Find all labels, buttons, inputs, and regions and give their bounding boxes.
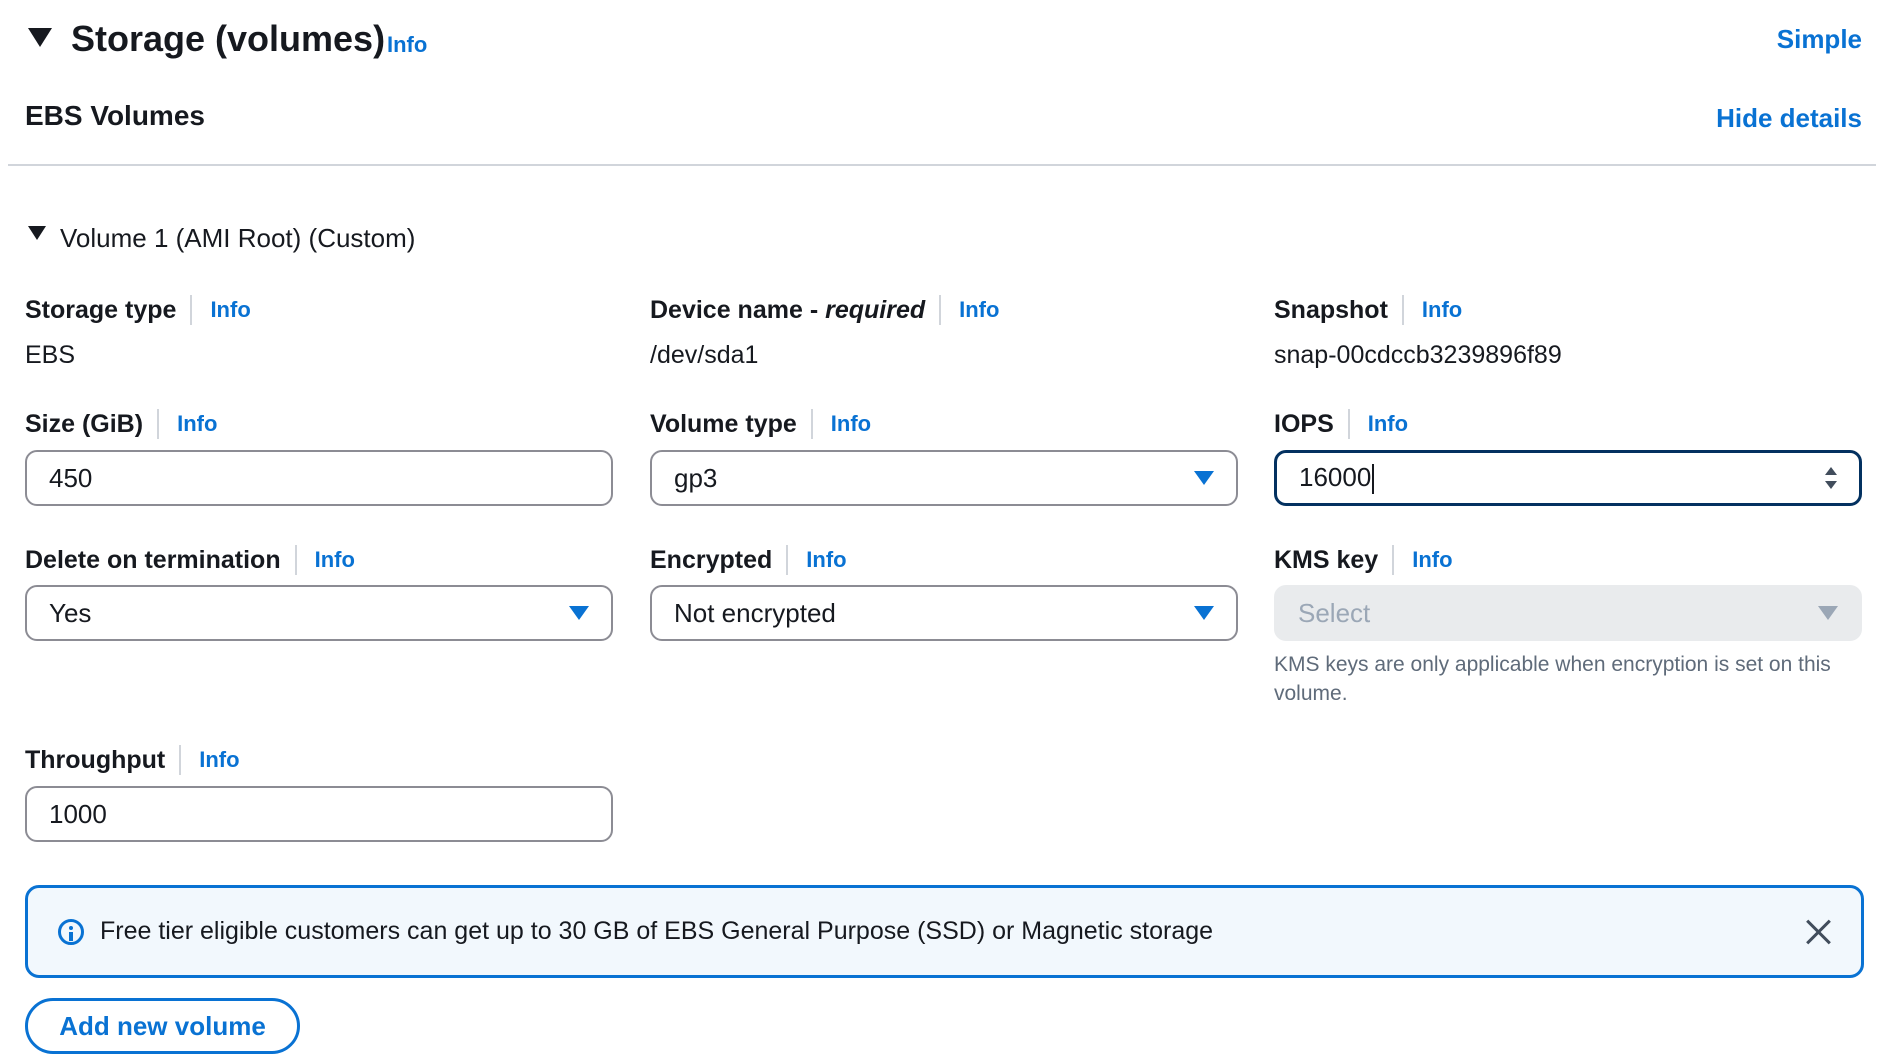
text-cursor [1372,464,1375,495]
kms-key-placeholder: Select [1298,597,1371,628]
throughput-label: Throughput [25,745,166,774]
iops-label: IOPS [1274,409,1334,438]
label-separator [786,545,789,575]
throughput-input-value: 1000 [49,798,107,829]
storage-type-label: Storage type [25,295,177,324]
section-info-link[interactable]: Info [387,32,427,58]
label-separator [294,545,297,575]
delete-on-termination-info-link[interactable]: Info [315,547,355,573]
add-new-volume-button[interactable]: Add new volume [25,998,300,1054]
iops-input-text: 16000 [1299,461,1375,495]
label-separator [1392,545,1395,575]
iops-input-value: 16000 [1299,461,1372,492]
section-title: Storage (volumes) [71,18,386,59]
label-separator [810,409,813,439]
label-separator [939,295,942,325]
increment-arrow-icon[interactable] [1825,467,1837,475]
required-marker: required [825,295,926,324]
device-name-field-label: Device name - required Info [650,292,999,328]
label-separator [179,745,182,775]
device-name-value: /dev/sda1 [650,341,759,369]
close-icon[interactable] [1805,918,1833,946]
size-label: Size (GiB) [25,409,144,438]
snapshot-label: Snapshot [1274,295,1388,324]
chevron-down-icon [1194,471,1214,485]
iops-field-label: IOPS Info [1274,406,1408,442]
kms-key-label: KMS key [1274,545,1379,574]
snapshot-field-label: Snapshot Info [1274,292,1462,328]
throughput-input[interactable]: 1000 [25,786,613,842]
size-input-value: 450 [49,462,93,493]
chevron-down-icon [1194,606,1214,620]
kms-key-info-link[interactable]: Info [1412,547,1452,573]
volume-type-selected-value: gp3 [674,462,718,493]
delete-on-termination-select[interactable]: Yes [25,585,613,641]
snapshot-value: snap-00cdccb3239896f89 [1274,341,1562,369]
volume-type-label: Volume type [650,409,797,438]
volume-type-field-label: Volume type Info [650,406,871,442]
size-field-label: Size (GiB) Info [25,406,217,442]
volume-collapse-icon[interactable] [28,226,46,240]
label-separator [190,295,193,325]
kms-key-hint: KMS keys are only applicable when encryp… [1274,653,1831,705]
alert-message: Free tier eligible customers can get up … [100,917,1214,945]
simple-view-link[interactable]: Simple [1777,24,1862,55]
divider [8,164,1876,166]
device-name-info-link[interactable]: Info [959,297,999,323]
encrypted-selected-value: Not encrypted [674,597,836,628]
storage-type-field-label: Storage type Info [25,292,251,328]
label-separator [157,409,160,439]
encrypted-select[interactable]: Not encrypted [650,585,1238,641]
encrypted-info-link[interactable]: Info [806,547,846,573]
encrypted-label: Encrypted [650,545,773,574]
size-input[interactable]: 450 [25,450,613,506]
decrement-arrow-icon[interactable] [1825,481,1837,489]
free-tier-alert: Free tier eligible customers can get up … [25,885,1864,978]
snapshot-info-link[interactable]: Info [1422,297,1462,323]
volume-title[interactable]: Volume 1 (AMI Root) (Custom) [60,222,415,254]
label-separator [1347,409,1350,439]
storage-type-info-link[interactable]: Info [210,297,250,323]
storage-type-value: EBS [25,341,76,369]
volume-type-select[interactable]: gp3 [650,450,1238,506]
delete-on-termination-label: Delete on termination [25,545,281,574]
iops-input[interactable]: 16000 [1274,450,1862,506]
throughput-field-label: Throughput Info [25,742,240,778]
section-collapse-icon[interactable] [28,28,52,47]
chevron-down-icon [1818,606,1838,620]
encrypted-field-label: Encrypted Info [650,542,847,578]
ebs-volumes-heading: EBS Volumes [25,100,205,131]
info-circle-icon [58,918,84,945]
iops-info-link[interactable]: Info [1368,411,1408,437]
up-down-stepper-icon[interactable] [1825,467,1837,489]
device-name-label: Device name - required [650,295,926,324]
throughput-info-link[interactable]: Info [199,747,239,773]
kms-key-select: Select [1274,585,1862,641]
hide-details-link[interactable]: Hide details [1716,103,1862,134]
delete-on-termination-field-label: Delete on termination Info [25,542,355,578]
delete-on-termination-selected-value: Yes [49,597,92,628]
chevron-down-icon [569,606,589,620]
volume-type-info-link[interactable]: Info [831,411,871,437]
label-separator [1401,295,1404,325]
kms-key-field-label: KMS key Info [1274,542,1453,578]
size-info-link[interactable]: Info [177,411,217,437]
